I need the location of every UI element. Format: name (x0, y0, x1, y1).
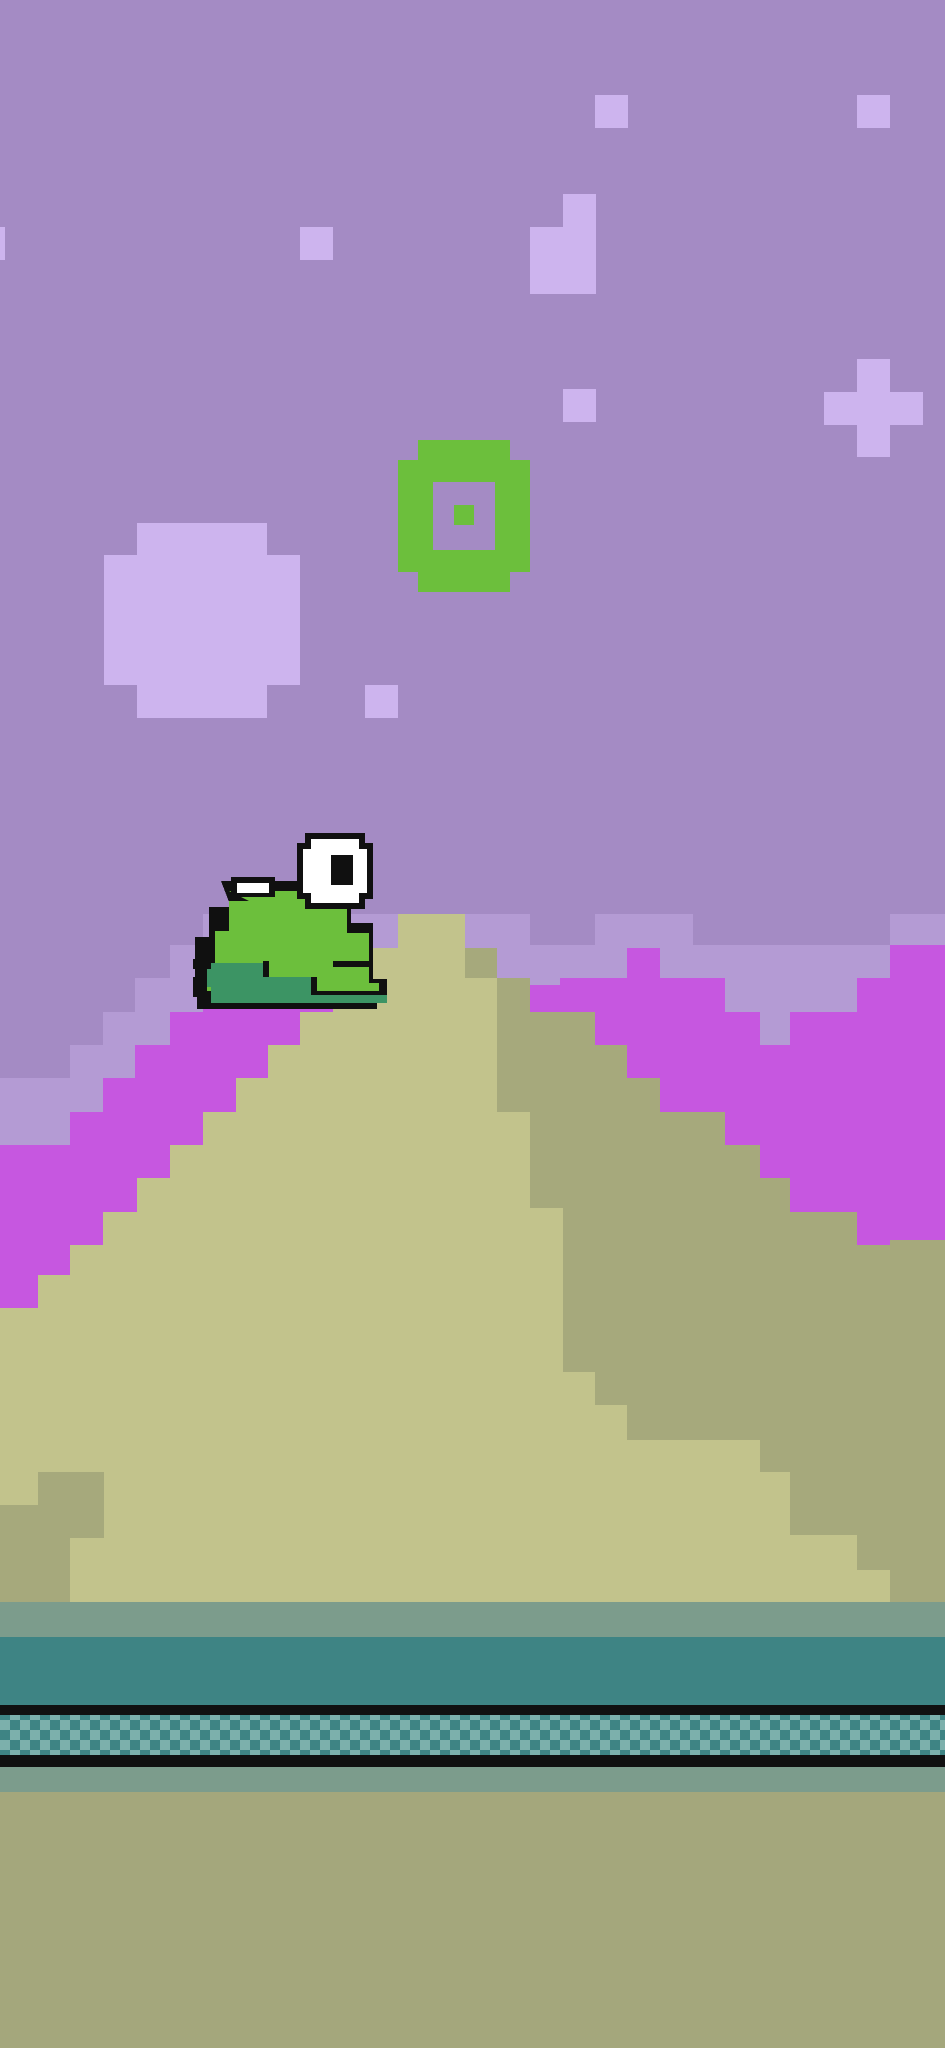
game-screen[interactable]: 0 (0, 0, 945, 2048)
score-digit-dot (454, 505, 474, 525)
frog-back-eye-icon (231, 877, 275, 897)
score-display: 0 (398, 440, 530, 592)
star (857, 95, 890, 128)
star (824, 392, 923, 425)
ground-band (0, 1767, 945, 1792)
star (365, 685, 398, 718)
ground-stripe-bottom (0, 1755, 945, 1767)
ground-checker (0, 1715, 945, 1755)
ground-stripe-top (0, 1705, 945, 1715)
star (595, 95, 628, 128)
star (563, 389, 596, 422)
star (0, 227, 5, 260)
water (0, 1637, 945, 1705)
frog-player[interactable] (193, 833, 395, 1009)
star (530, 227, 563, 294)
star (563, 194, 596, 294)
frog-eye-icon (297, 833, 373, 909)
game-background (0, 0, 945, 2048)
star (300, 227, 333, 260)
ground (0, 1792, 945, 2048)
water-edge (0, 1602, 945, 1637)
